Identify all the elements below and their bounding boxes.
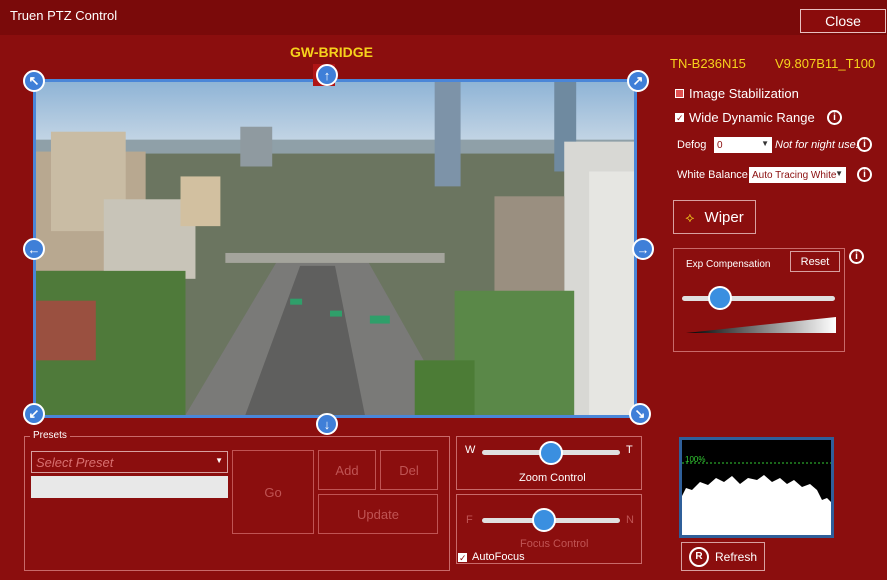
focus-slider-knob[interactable]	[532, 508, 557, 532]
histogram-display: 100%	[679, 437, 834, 538]
defog-select[interactable]: 0 ▼	[714, 137, 772, 153]
pan-left-icon[interactable]: ←	[23, 238, 45, 260]
pan-down-icon[interactable]: ↓	[316, 413, 338, 435]
preset-name-input[interactable]	[31, 476, 228, 498]
image-stabilization-option[interactable]: Image Stabilization	[675, 86, 799, 101]
pan-right-icon[interactable]: →	[632, 238, 654, 260]
exposure-slider-track[interactable]	[682, 296, 835, 301]
wiper-button[interactable]: ⟡ Wiper	[673, 200, 756, 234]
defog-value: 0	[717, 139, 723, 151]
wdr-label: Wide Dynamic Range	[689, 110, 815, 125]
pan-up-icon[interactable]: ↑	[316, 64, 338, 86]
focus-control-label: Focus Control	[520, 538, 589, 550]
exposure-info-icon[interactable]: i	[849, 249, 864, 264]
white-balance-info-icon[interactable]: i	[857, 167, 872, 182]
refresh-icon: R	[688, 546, 709, 567]
wdr-option[interactable]: ✓ Wide Dynamic Range	[675, 110, 815, 125]
wdr-checkbox[interactable]: ✓	[675, 113, 684, 123]
zoom-control-label: Zoom Control	[519, 472, 586, 484]
autofocus-checkbox[interactable]: ✓	[458, 552, 467, 562]
refresh-label: Refresh	[714, 549, 758, 564]
pan-down-left-icon[interactable]: ↙	[23, 403, 45, 425]
image-stabilization-label: Image Stabilization	[689, 86, 799, 101]
wiper-icon: ⟡	[685, 208, 695, 225]
exposure-reset-button[interactable]: Reset	[790, 251, 840, 272]
refresh-button[interactable]: R Refresh	[681, 542, 765, 571]
preset-placeholder: Select Preset	[36, 455, 114, 470]
device-model: TN-B236N15	[670, 56, 746, 71]
white-balance-select[interactable]: Auto Tracing White ▼	[749, 167, 846, 183]
preset-del-button[interactable]: Del	[380, 450, 438, 490]
preset-add-button[interactable]: Add	[318, 450, 376, 490]
zoom-wide-label: W	[465, 444, 476, 456]
exposure-label: Exp Compensation	[686, 259, 771, 270]
presets-group-label: Presets	[30, 430, 70, 441]
defog-note: Not for night use!	[775, 139, 859, 151]
pan-down-right-icon[interactable]: ↘	[629, 403, 651, 425]
focus-near-label: N	[626, 514, 634, 526]
autofocus-label: AutoFocus	[472, 551, 525, 563]
chevron-down-icon: ▼	[761, 139, 769, 148]
autofocus-option[interactable]: ✓ AutoFocus	[458, 551, 525, 563]
window-title: Truen PTZ Control	[10, 8, 118, 23]
zoom-tele-label: T	[626, 444, 633, 456]
histogram-percent-label: 100%	[685, 455, 706, 464]
chevron-down-icon: ▼	[215, 456, 223, 465]
defog-info-icon[interactable]: i	[857, 137, 872, 152]
wdr-info-icon[interactable]: i	[827, 110, 842, 125]
white-balance-value: Auto Tracing White	[752, 169, 837, 181]
pan-up-right-icon[interactable]: ↗	[627, 70, 649, 92]
firmware-version: V9.807B11_T100	[775, 56, 876, 71]
camera-view[interactable]	[33, 79, 637, 418]
wiper-label: Wiper	[704, 208, 744, 226]
title-bar	[0, 0, 887, 35]
chevron-down-icon: ▼	[835, 169, 843, 178]
focus-far-label: F	[466, 514, 473, 526]
white-balance-label: White Balance	[677, 169, 748, 181]
exposure-ramp	[686, 317, 836, 333]
defog-label: Defog	[677, 139, 707, 151]
camera-feed-image	[36, 82, 634, 415]
camera-name: GW-BRIDGE	[290, 44, 373, 60]
close-button[interactable]: Close	[800, 9, 886, 33]
pan-up-left-icon[interactable]: ↖	[23, 70, 45, 92]
zoom-slider-knob[interactable]	[539, 441, 563, 465]
image-stabilization-checkbox[interactable]	[675, 89, 684, 98]
preset-go-button[interactable]: Go	[232, 450, 314, 534]
preset-update-button[interactable]: Update	[318, 494, 438, 534]
preset-select[interactable]: Select Preset ▼	[31, 451, 228, 473]
